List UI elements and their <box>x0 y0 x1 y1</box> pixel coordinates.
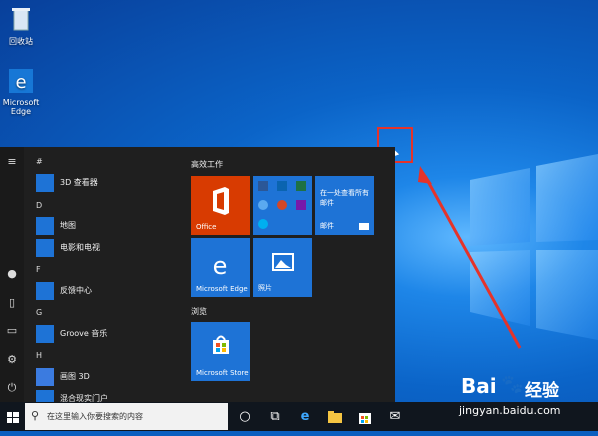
groove-music-icon <box>36 325 54 343</box>
edge-icon: e <box>6 66 36 96</box>
app-item-mixed-reality[interactable]: 混合现实门户 <box>34 388 184 402</box>
mail-icon[interactable]: ✉ <box>384 406 406 428</box>
app-label: 反馈中心 <box>60 286 92 295</box>
edge-icon: e <box>213 252 228 280</box>
tile-label: 照片 <box>258 284 272 292</box>
envelope-icon <box>359 223 369 230</box>
section-letter[interactable]: G <box>36 308 42 317</box>
settings-icon[interactable]: ⚙ <box>6 354 18 366</box>
tile-office-apps-folder[interactable] <box>253 176 312 235</box>
file-explorer-icon[interactable] <box>324 406 346 428</box>
taskbar-search-box[interactable]: ⚲ 在这里输入你要搜索的内容 <box>25 403 228 430</box>
outlook-icon <box>277 181 287 191</box>
power-icon[interactable]: ⏻ <box>6 382 18 394</box>
paint-3d-icon <box>36 368 54 386</box>
svg-text:e: e <box>213 252 228 280</box>
search-placeholder: 在这里输入你要搜索的内容 <box>47 412 143 421</box>
start-menu: ≡ ● ▯ ▭ ⚙ ⏻ # 3D 查看器 D 地图 电影和电视 F 反馈中心 G… <box>0 147 395 402</box>
recycle-bin-icon <box>6 4 36 34</box>
start-rail: ≡ ● ▯ ▭ ⚙ ⏻ <box>0 147 24 402</box>
mixed-reality-icon <box>36 390 54 402</box>
app-label: Groove 音乐 <box>60 329 108 338</box>
section-letter[interactable]: H <box>36 351 42 360</box>
watermark-brand-2: 经验 <box>525 381 559 401</box>
app-label: 混合现实门户 <box>60 394 108 402</box>
app-label: 地图 <box>60 221 76 230</box>
search-icon: ⚲ <box>31 409 40 422</box>
hamburger-icon[interactable]: ≡ <box>6 156 18 168</box>
task-view-icon[interactable]: ⧉ <box>264 406 286 428</box>
group-title-browse[interactable]: 浏览 <box>191 306 207 317</box>
user-icon[interactable]: ● <box>6 268 18 280</box>
skype-icon <box>258 219 268 229</box>
app-item-paint-3d[interactable]: 画图 3D <box>34 366 184 388</box>
group-title-productivity[interactable]: 高效工作 <box>191 159 223 170</box>
onedrive-icon <box>258 200 268 210</box>
tile-label: Office <box>196 223 217 231</box>
tile-office[interactable]: Office <box>191 176 250 235</box>
desktop-icon-edge[interactable]: e Microsoft Edge <box>0 66 44 116</box>
watermark-brand: Bai <box>461 374 497 398</box>
desktop-icon-recycle-bin[interactable]: 回收站 <box>0 4 44 47</box>
section-letter[interactable]: # <box>36 157 43 166</box>
movies-tv-icon <box>36 239 54 257</box>
3d-viewer-icon <box>36 174 54 192</box>
section-letter[interactable]: F <box>36 265 41 274</box>
app-item-maps[interactable]: 地图 <box>34 215 184 237</box>
tile-photos[interactable]: 照片 <box>253 238 312 297</box>
store-icon <box>213 335 229 354</box>
app-item-movies-tv[interactable]: 电影和电视 <box>34 237 184 259</box>
tile-label: 邮件 <box>320 222 334 230</box>
tile-mail[interactable]: 在一处查看所有邮件 邮件 <box>315 176 374 235</box>
word-icon <box>258 181 268 191</box>
app-label: 画图 3D <box>60 372 90 381</box>
office-icon <box>213 187 229 215</box>
onenote-icon <box>296 200 306 210</box>
section-letter[interactable]: D <box>36 201 42 210</box>
tile-microsoft-store[interactable]: Microsoft Store <box>191 322 250 381</box>
powerpoint-icon <box>277 200 287 210</box>
document-icon[interactable]: ▯ <box>6 297 18 309</box>
app-item-groove-music[interactable]: Groove 音乐 <box>34 323 184 345</box>
tile-microsoft-edge[interactable]: e Microsoft Edge <box>191 238 250 297</box>
app-item-3d-viewer[interactable]: 3D 查看器 <box>34 172 184 194</box>
mail-tile-text: 在一处查看所有邮件 <box>320 189 369 207</box>
pictures-icon[interactable]: ▭ <box>6 325 18 337</box>
store-icon[interactable] <box>354 406 376 428</box>
tile-label: Microsoft Store <box>196 369 249 377</box>
app-label: 电影和电视 <box>60 243 100 252</box>
tile-label: Microsoft Edge <box>196 285 248 293</box>
excel-icon <box>296 181 306 191</box>
photos-icon <box>272 253 294 271</box>
edge-icon[interactable]: e <box>294 406 316 428</box>
app-item-feedback-hub[interactable]: 反馈中心 <box>34 280 184 302</box>
maps-icon <box>36 217 54 235</box>
app-label: 3D 查看器 <box>60 178 98 187</box>
app-list: # 3D 查看器 D 地图 电影和电视 F 反馈中心 G Groove 音乐 H… <box>28 147 178 402</box>
feedback-hub-icon <box>36 282 54 300</box>
desktop-icon-label: Microsoft Edge <box>2 98 40 116</box>
windows-start-icon[interactable] <box>2 406 24 428</box>
baidu-jingyan-watermark: Bai 🐾 经验 jingyan.baidu.com <box>455 374 595 430</box>
watermark-url: jingyan.baidu.com <box>459 404 561 417</box>
svg-text:e: e <box>15 72 26 93</box>
desktop-icon-label: 回收站 <box>9 37 33 46</box>
paw-icon: 🐾 <box>501 374 524 395</box>
cortana-icon[interactable]: ○ <box>234 406 256 428</box>
